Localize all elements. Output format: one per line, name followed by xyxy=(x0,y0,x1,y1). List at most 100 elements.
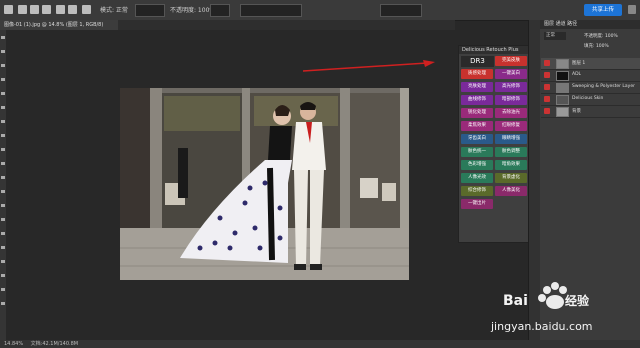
pressure-icon[interactable] xyxy=(82,5,91,14)
retouch-action-button[interactable]: 质感处理 xyxy=(461,69,493,79)
retouch-action-button[interactable]: 色彩增强 xyxy=(461,160,493,170)
retouch-action-button[interactable]: 去除油光 xyxy=(495,108,527,118)
retouch-action-button[interactable]: 一键美白 xyxy=(495,69,527,79)
blend-mode-value: 正常 xyxy=(546,33,555,38)
layer-fill[interactable]: 填充: 100% xyxy=(584,43,609,49)
retouch-action-button[interactable]: 暗角效果 xyxy=(495,160,527,170)
retouch-action-button[interactable]: 暗部修饰 xyxy=(495,95,527,105)
retouch-action-button[interactable]: 牙齿美白 xyxy=(461,134,493,144)
history-icon[interactable] xyxy=(68,5,77,14)
annotation-arrow xyxy=(303,60,435,72)
brush-tool-icon[interactable] xyxy=(1,134,5,137)
layer-thumbnail xyxy=(556,107,569,117)
watermark-brand: Bai xyxy=(503,293,528,309)
eye-icon[interactable] xyxy=(544,108,550,114)
share-button[interactable]: 共享上传 xyxy=(584,4,622,16)
doc-info: 文档:42.1M/140.8M xyxy=(30,341,79,347)
retouch-action-button[interactable]: 红眼修复 xyxy=(495,121,527,131)
baidu-paw-logo: 经验 Bai jingyan.baidu.com xyxy=(490,282,593,333)
layer-name: 背景 xyxy=(572,109,581,114)
watermark-url: jingyan.baidu.com xyxy=(490,320,593,333)
dr3-label: DR3 xyxy=(470,57,485,65)
zoom-level[interactable]: 14.84% xyxy=(0,341,23,347)
history-brush-tool-icon[interactable] xyxy=(1,162,5,165)
retouch-action-button[interactable]: 肤色调整 xyxy=(495,147,527,157)
retouch-action-button[interactable]: 亮肤处理 xyxy=(461,82,493,92)
layers-tab-label: 图层 通道 路径 xyxy=(544,21,578,27)
dodge-tool-icon[interactable] xyxy=(1,218,5,221)
healing-tool-icon[interactable] xyxy=(1,120,5,123)
document-tab[interactable]: 图像-01 (1).jpg @ 14.8% (图层 1, RGB/8) xyxy=(0,20,118,30)
home-icon[interactable] xyxy=(4,5,13,14)
layer-name: Sweeping & Polyester Layer xyxy=(572,84,635,89)
retouch-tool-icon[interactable] xyxy=(484,47,490,53)
blur-tool-icon[interactable] xyxy=(1,204,5,207)
eye-icon[interactable] xyxy=(544,60,550,66)
retouch-action-button[interactable]: 曲线修饰 xyxy=(461,95,493,105)
retouch-action-button[interactable]: 背景虚化 xyxy=(495,173,527,183)
eye-icon[interactable] xyxy=(544,96,550,102)
flow-field[interactable] xyxy=(240,4,302,17)
retouch-action-button[interactable]: 眼睛增强 xyxy=(495,134,527,144)
brush-settings-icon[interactable] xyxy=(42,5,51,14)
layer-name: ADL xyxy=(572,72,582,77)
retouch-tool-icon[interactable] xyxy=(506,47,512,53)
retouch-action-button[interactable]: 一键出片 xyxy=(461,199,493,209)
opacity-label: 不透明度: 100% xyxy=(170,7,216,14)
stamp-tool-icon[interactable] xyxy=(1,148,5,151)
path-select-tool-icon[interactable] xyxy=(1,260,5,263)
wedding-photo xyxy=(120,88,409,280)
retouch-action-button[interactable]: 综合修饰 xyxy=(461,186,493,196)
type-tool-icon[interactable] xyxy=(1,246,5,249)
crop-tool-icon[interactable] xyxy=(1,92,5,95)
layer-name: Delicious Skin xyxy=(572,96,604,101)
zoom-tool-icon[interactable] xyxy=(1,302,5,305)
eye-icon[interactable] xyxy=(544,84,550,90)
layer-thumbnail xyxy=(556,83,569,93)
retouch-action-button[interactable]: 人像美化 xyxy=(495,186,527,196)
blend-mode-select[interactable]: 正常 xyxy=(544,32,566,40)
photo-canvas[interactable] xyxy=(120,88,409,280)
baidu-watermark: 经验 Bai jingyan.baidu.com xyxy=(487,278,637,344)
marquee-tool-icon[interactable] xyxy=(1,50,5,53)
layers-panel-tabs[interactable]: 图层 通道 路径 xyxy=(540,20,640,29)
retouch-action-button[interactable]: 锐化处理 xyxy=(461,108,493,118)
retouch-action-button[interactable]: 高光修饰 xyxy=(495,82,527,92)
opacity-field[interactable] xyxy=(210,4,230,17)
retouch-tool-icon[interactable] xyxy=(462,47,468,53)
brush-tool-icon[interactable] xyxy=(18,5,27,14)
layer-opacity[interactable]: 不透明度: 100% xyxy=(584,33,618,39)
hand-tool-icon[interactable] xyxy=(1,288,5,291)
eraser-tool-icon[interactable] xyxy=(1,176,5,179)
layer-name: 图层 1 xyxy=(572,61,586,66)
layer-thumbnail xyxy=(556,59,569,69)
retouch-tool-icon[interactable] xyxy=(473,47,479,53)
mode-label: 模式: 正常 xyxy=(100,7,128,14)
toggle-icon[interactable] xyxy=(56,5,65,14)
mode-select[interactable] xyxy=(135,4,165,17)
smoothing-field[interactable] xyxy=(380,4,422,17)
tools-panel xyxy=(0,30,6,342)
brush-preset-icon[interactable] xyxy=(30,5,39,14)
workspace-icon[interactable] xyxy=(628,5,636,14)
lasso-tool-icon[interactable] xyxy=(1,64,5,67)
move-tool-icon[interactable] xyxy=(1,36,5,39)
shape-tool-icon[interactable] xyxy=(1,274,5,277)
retouch-action-button[interactable]: 人像光效 xyxy=(461,173,493,183)
pen-tool-icon[interactable] xyxy=(1,232,5,235)
retouch-action-button[interactable]: 肤色统一 xyxy=(461,147,493,157)
eyedropper-tool-icon[interactable] xyxy=(1,106,5,109)
retouch-action-button[interactable]: 完美皮肤 xyxy=(495,56,527,66)
watermark-brand2: 经验 xyxy=(565,293,590,308)
retouch-action-button[interactable]: 柔焦效果 xyxy=(461,121,493,131)
retouch-tool-icon[interactable] xyxy=(517,47,523,53)
quick-select-tool-icon[interactable] xyxy=(1,78,5,81)
layer-thumbnail xyxy=(556,71,569,81)
options-bar xyxy=(0,0,640,21)
layer-thumbnail xyxy=(556,95,569,105)
retouch-tool-icon[interactable] xyxy=(495,47,501,53)
delicious-retouch-panel: Delicious Retouch Plus DR3 完美皮肤 质感处理 一键美白亮… xyxy=(458,45,530,243)
eye-icon[interactable] xyxy=(544,72,550,78)
gradient-tool-icon[interactable] xyxy=(1,190,5,193)
dr3-logo: DR3 xyxy=(461,56,494,67)
